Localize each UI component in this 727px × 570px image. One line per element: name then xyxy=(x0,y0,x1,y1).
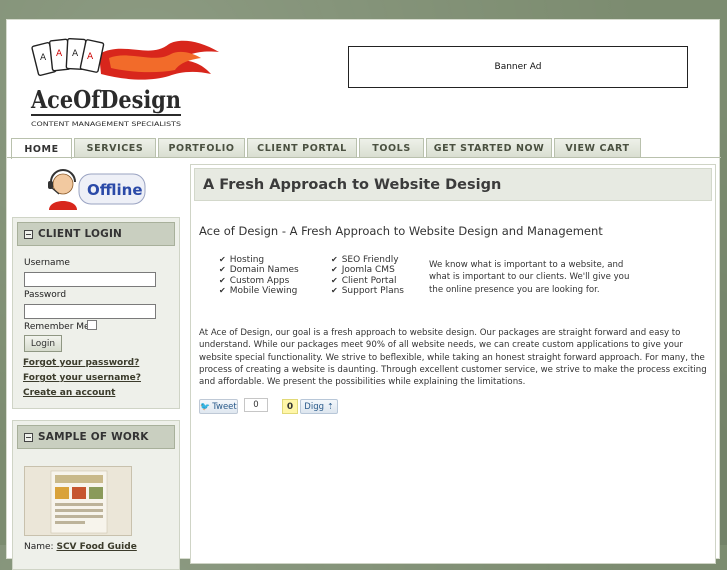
list-item: ✔ SEO Friendly xyxy=(331,255,399,265)
client-login-header[interactable]: CLIENT LOGIN xyxy=(17,222,175,246)
sample-of-work-panel: SAMPLE OF WORK Name: SCV Food Guide xyxy=(12,420,180,570)
forgot-username-link[interactable]: Forgot your username? xyxy=(23,373,141,383)
svg-text:A: A xyxy=(56,49,63,59)
remember-me-checkbox[interactable] xyxy=(87,320,97,330)
sample-of-work-header[interactable]: SAMPLE OF WORK xyxy=(17,425,175,449)
sample-thumbnail[interactable] xyxy=(24,466,132,536)
banner-ad[interactable]: Banner Ad xyxy=(348,46,688,88)
nav-divider xyxy=(7,157,721,158)
list-item: ✔ Hosting xyxy=(219,255,265,265)
password-label: Password xyxy=(24,290,67,300)
twitter-bird-icon: 🐦 xyxy=(200,402,211,411)
list-item: ✔ Domain Names xyxy=(219,265,299,276)
sample-name: Name: SCV Food Guide xyxy=(24,542,137,552)
tab-portfolio[interactable]: PORTFOLIO xyxy=(158,138,245,158)
page-title: A Fresh Approach to Website Design xyxy=(194,168,712,201)
checkmark-icon: ✔ xyxy=(219,265,226,275)
logo-tagline: CONTENT MANAGEMENT SPECIALISTS xyxy=(31,121,181,128)
client-login-panel: CLIENT LOGIN Username Password Remember … xyxy=(12,217,180,409)
page-container: A A A A AceOfDesign CONTENT MANAGEMENT S… xyxy=(6,19,721,570)
status-text: Offline xyxy=(87,181,143,199)
tab-client-portal[interactable]: CLIENT PORTAL xyxy=(247,138,357,158)
svg-text:A: A xyxy=(40,53,47,63)
checkmark-icon: ✔ xyxy=(331,265,338,275)
support-agent-icon xyxy=(48,169,77,210)
sample-name-label: Name: xyxy=(24,542,54,552)
list-item: ✔ Mobile Viewing xyxy=(219,285,298,296)
tweet-count: 0 xyxy=(244,398,268,412)
tweet-label: Tweet xyxy=(212,401,237,412)
remember-me-label: Remember Me xyxy=(24,322,90,332)
tab-home[interactable]: HOME xyxy=(11,138,72,159)
checkmark-icon: ✔ xyxy=(331,255,338,264)
site-logo[interactable]: A A A A AceOfDesign CONTENT MANAGEMENT S… xyxy=(29,30,221,142)
tab-get-started-now[interactable]: GET STARTED NOW xyxy=(426,138,552,158)
collapse-icon[interactable] xyxy=(24,432,33,442)
list-item: ✔ Client Portal xyxy=(331,275,397,286)
intro-blurb: We know what is important to a website, … xyxy=(429,260,630,295)
username-label: Username xyxy=(24,258,70,268)
features-list-2: ✔ SEO Friendly ✔ Joomla CMS ✔ Client Portal… xyxy=(331,255,404,296)
sample-name-link[interactable]: SCV Food Guide xyxy=(56,542,136,552)
digg-thumb-icon: ⇡ xyxy=(327,402,334,411)
logo-text: AceOfDesign xyxy=(30,85,181,114)
svg-text:A: A xyxy=(72,49,79,59)
checkmark-icon: ✔ xyxy=(331,275,338,285)
digg-label: Digg xyxy=(304,401,324,412)
support-status-badge[interactable]: Offline xyxy=(43,166,149,210)
list-item: ✔ Support Plans xyxy=(331,285,404,296)
main-content: A Fresh Approach to Website Design Ace o… xyxy=(190,164,716,564)
password-input[interactable] xyxy=(24,304,156,319)
checkmark-icon: ✔ xyxy=(219,285,226,295)
list-item: ✔ Joomla CMS xyxy=(331,265,395,276)
create-account-link[interactable]: Create an account xyxy=(23,388,115,398)
sample-of-work-title: SAMPLE OF WORK xyxy=(38,431,149,443)
checkmark-icon: ✔ xyxy=(331,285,338,295)
tab-services[interactable]: SERVICES xyxy=(74,138,156,158)
forgot-password-link[interactable]: Forgot your password? xyxy=(23,358,139,368)
collapse-icon[interactable] xyxy=(24,229,33,239)
page-subtitle: Ace of Design - A Fresh Approach to Webs… xyxy=(199,224,603,238)
checkmark-icon: ✔ xyxy=(219,255,226,264)
client-login-title: CLIENT LOGIN xyxy=(38,228,123,240)
main-nav: HOME SERVICES PORTFOLIO CLIENT PORTAL TO… xyxy=(7,138,721,159)
digg-button[interactable]: Digg ⇡ xyxy=(300,399,338,414)
username-input[interactable] xyxy=(24,272,156,287)
features-list-1: ✔ Hosting ✔ Domain Names ✔ Custom Apps ✔ Mob… xyxy=(219,255,299,296)
playing-cards-icon: A A A A xyxy=(31,37,105,77)
tab-tools[interactable]: TOOLS xyxy=(359,138,424,158)
svg-text:A: A xyxy=(87,52,94,62)
list-item: ✔ Custom Apps xyxy=(219,275,290,286)
login-button[interactable]: Login xyxy=(24,335,62,352)
about-paragraph: At Ace of Design, our goal is a fresh ap… xyxy=(199,328,707,388)
tab-view-cart[interactable]: VIEW CART xyxy=(554,138,641,158)
tweet-button[interactable]: 🐦 Tweet xyxy=(199,399,238,414)
digg-count: 0 xyxy=(282,399,298,414)
checkmark-icon: ✔ xyxy=(219,275,226,285)
